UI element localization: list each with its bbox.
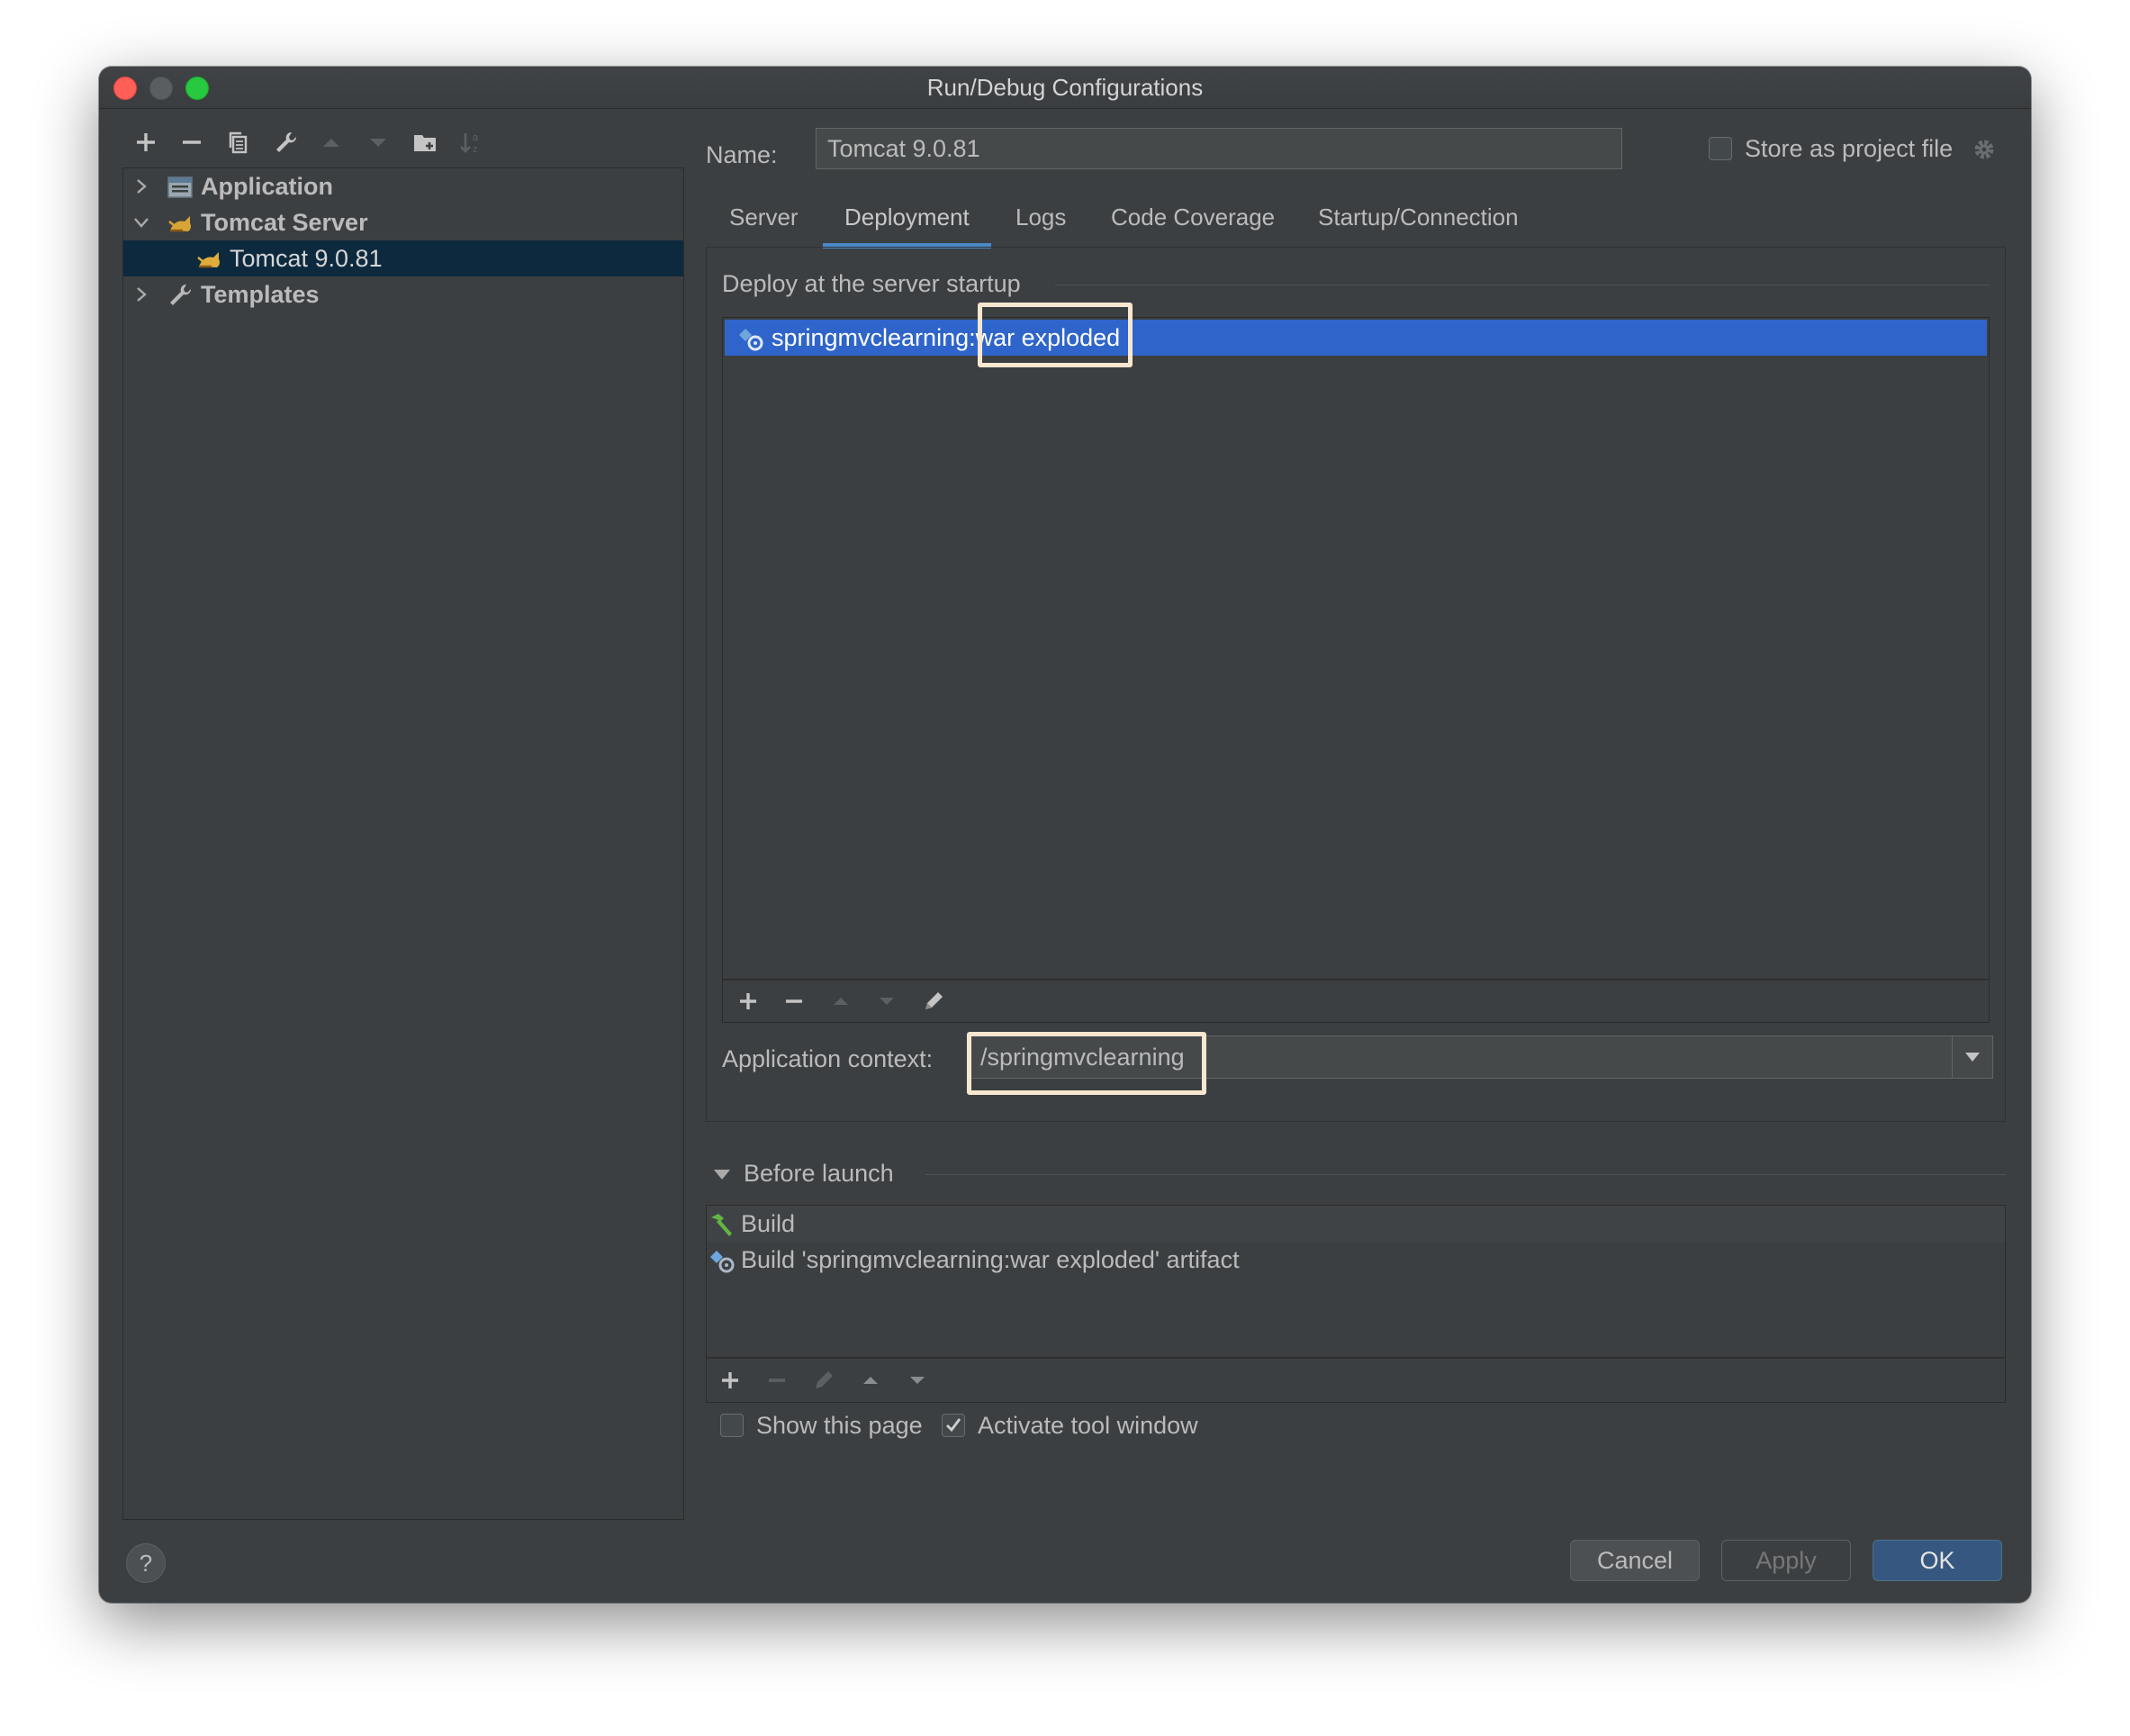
application-context-combo[interactable]: /springmvclearning xyxy=(967,1035,1993,1079)
show-this-page-label: Show this page xyxy=(756,1412,923,1439)
tree-item-label: Tomcat Server xyxy=(201,209,368,236)
tree-item-label: Application xyxy=(201,173,333,200)
pencil-icon xyxy=(816,1371,833,1388)
sort-alpha-icon: az xyxy=(460,132,479,155)
move-task-up-button[interactable] xyxy=(854,1364,887,1397)
deploy-section-title: Deploy at the server startup xyxy=(722,270,1021,297)
before-launch-title: Before launch xyxy=(744,1160,894,1187)
section-divider xyxy=(925,1174,2006,1175)
artifact-icon xyxy=(737,325,764,351)
gear-icon[interactable] xyxy=(1968,133,2000,166)
triangle-down-icon xyxy=(910,1377,925,1384)
tab-server[interactable]: Server xyxy=(729,191,799,243)
minus-icon xyxy=(183,140,201,144)
deploy-item-springmvclearning[interactable]: springmvclearning:war exploded xyxy=(725,320,1987,356)
store-project-file-label: Store as project file xyxy=(1745,135,1954,162)
before-launch-item-artifact[interactable]: Build 'springmvclearning:war exploded' a… xyxy=(707,1242,2005,1278)
copy-icon xyxy=(229,131,248,154)
copy-config-button[interactable] xyxy=(222,126,255,158)
pencil-icon xyxy=(925,992,943,1009)
configuration-tree: Application Tomcat Server Tomcat 9.0.81 xyxy=(122,167,684,1520)
before-launch-item-label: Build 'springmvclearning:war exploded' a… xyxy=(741,1246,1240,1273)
minus-icon xyxy=(786,999,802,1003)
tree-item-tomcat-9-0-81[interactable]: Tomcat 9.0.81 xyxy=(123,240,683,276)
tree-item-label: Templates xyxy=(201,281,320,308)
dropdown-arrow-icon[interactable] xyxy=(1952,1036,1992,1078)
triangle-up-icon xyxy=(323,139,339,147)
before-launch-toolbar xyxy=(706,1358,2006,1403)
move-artifact-up-button[interactable] xyxy=(825,985,857,1017)
minus-icon xyxy=(769,1379,785,1382)
wrench-icon xyxy=(276,131,297,152)
deploy-list: springmvclearning:war exploded xyxy=(722,317,1990,980)
tree-item-label: Tomcat 9.0.81 xyxy=(230,245,383,272)
collapse-triangle-icon[interactable] xyxy=(711,1163,733,1185)
name-field[interactable] xyxy=(816,128,1622,169)
store-project-file-checkbox[interactable] xyxy=(1709,137,1732,160)
folder-plus-icon xyxy=(414,135,436,151)
application-context-label: Application context: xyxy=(722,1045,934,1072)
activate-tool-window-checkbox[interactable] xyxy=(942,1414,965,1437)
cancel-button[interactable]: Cancel xyxy=(1570,1540,1700,1581)
tree-item-templates[interactable]: Templates xyxy=(123,276,683,312)
remove-task-button[interactable] xyxy=(761,1364,793,1397)
application-context-value[interactable]: /springmvclearning xyxy=(980,1036,1185,1078)
remove-artifact-button[interactable] xyxy=(778,985,810,1017)
chevron-down-icon[interactable] xyxy=(129,204,154,240)
edit-task-button[interactable] xyxy=(808,1364,840,1397)
move-artifact-down-button[interactable] xyxy=(871,985,903,1017)
tomcat-icon xyxy=(195,246,222,271)
name-label: Name: xyxy=(706,141,778,168)
application-icon xyxy=(167,174,194,199)
edit-defaults-button[interactable] xyxy=(269,126,302,158)
triangle-up-icon xyxy=(834,998,848,1005)
tab-logs[interactable]: Logs xyxy=(1015,191,1066,243)
tree-item-application[interactable]: Application xyxy=(123,168,683,204)
tab-deployment[interactable]: Deployment xyxy=(823,191,991,249)
move-up-button[interactable] xyxy=(315,126,347,158)
apply-button[interactable]: Apply xyxy=(1721,1540,1851,1581)
chevron-right-icon[interactable] xyxy=(129,168,154,204)
activate-tool-window-label: Activate tool window xyxy=(978,1412,1198,1439)
add-task-button[interactable] xyxy=(714,1364,746,1397)
add-config-button[interactable] xyxy=(130,126,162,158)
triangle-down-icon xyxy=(880,998,894,1005)
triangle-up-icon xyxy=(863,1377,878,1384)
svg-text:z: z xyxy=(473,144,478,155)
new-folder-button[interactable] xyxy=(409,126,441,158)
move-task-down-button[interactable] xyxy=(901,1364,934,1397)
plus-icon xyxy=(740,993,756,1009)
chevron-right-icon[interactable] xyxy=(129,276,154,312)
window-title: Run/Debug Configurations xyxy=(926,74,1204,101)
ok-button[interactable]: OK xyxy=(1873,1540,2002,1581)
show-this-page-checkbox[interactable] xyxy=(720,1414,744,1437)
tree-item-tomcat-server[interactable]: Tomcat Server xyxy=(123,204,683,240)
before-launch-item-build[interactable]: Build xyxy=(707,1206,2005,1242)
move-down-button[interactable] xyxy=(362,126,394,158)
triangle-down-icon xyxy=(370,139,386,147)
tomcat-icon xyxy=(167,210,194,235)
checkmark-icon xyxy=(946,1418,961,1433)
hammer-icon xyxy=(708,1211,736,1236)
svg-text:a: a xyxy=(473,132,479,143)
before-launch-list: Build Build 'springmvclearning:war explo… xyxy=(706,1205,2006,1358)
edit-artifact-button[interactable] xyxy=(917,985,950,1017)
wrench-icon xyxy=(167,282,194,307)
artifact-icon xyxy=(708,1247,736,1273)
run-debug-dialog: Run/Debug Configurations az Application xyxy=(99,67,2031,1603)
tab-code-coverage[interactable]: Code Coverage xyxy=(1111,191,1275,243)
tab-startup-connection[interactable]: Startup/Connection xyxy=(1318,191,1519,243)
sort-button[interactable]: az xyxy=(456,126,488,158)
help-button[interactable]: ? xyxy=(126,1543,166,1583)
plus-icon xyxy=(722,1372,738,1388)
remove-config-button[interactable] xyxy=(176,126,208,158)
plus-icon xyxy=(137,133,155,151)
deploy-list-toolbar xyxy=(722,980,1990,1023)
deploy-item-label: springmvclearning:war exploded xyxy=(772,324,1121,351)
before-launch-item-label: Build xyxy=(741,1210,796,1237)
add-artifact-button[interactable] xyxy=(732,985,764,1017)
title-bar: Run/Debug Configurations xyxy=(99,67,2031,109)
